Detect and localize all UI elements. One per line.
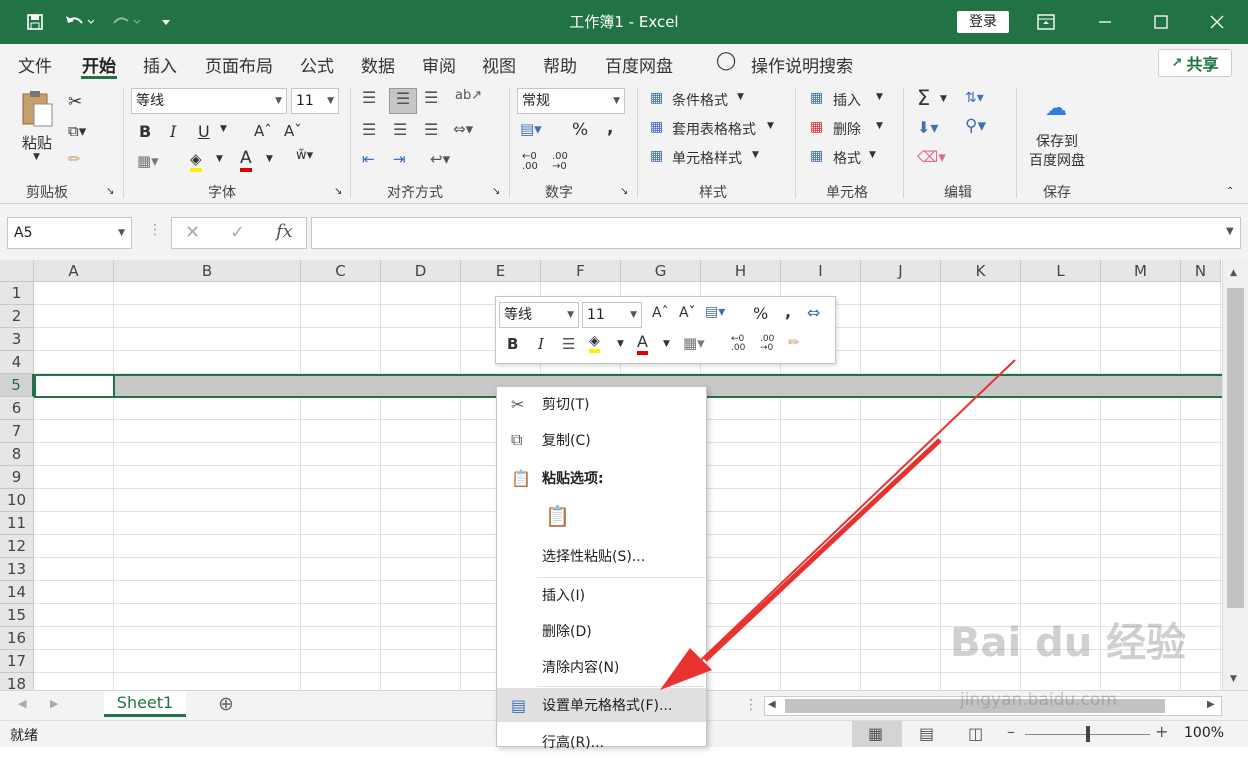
baidu-watermark: Bai du 经验: [950, 620, 1187, 666]
watermark-url: jingyan.baidu.com: [960, 690, 1117, 710]
